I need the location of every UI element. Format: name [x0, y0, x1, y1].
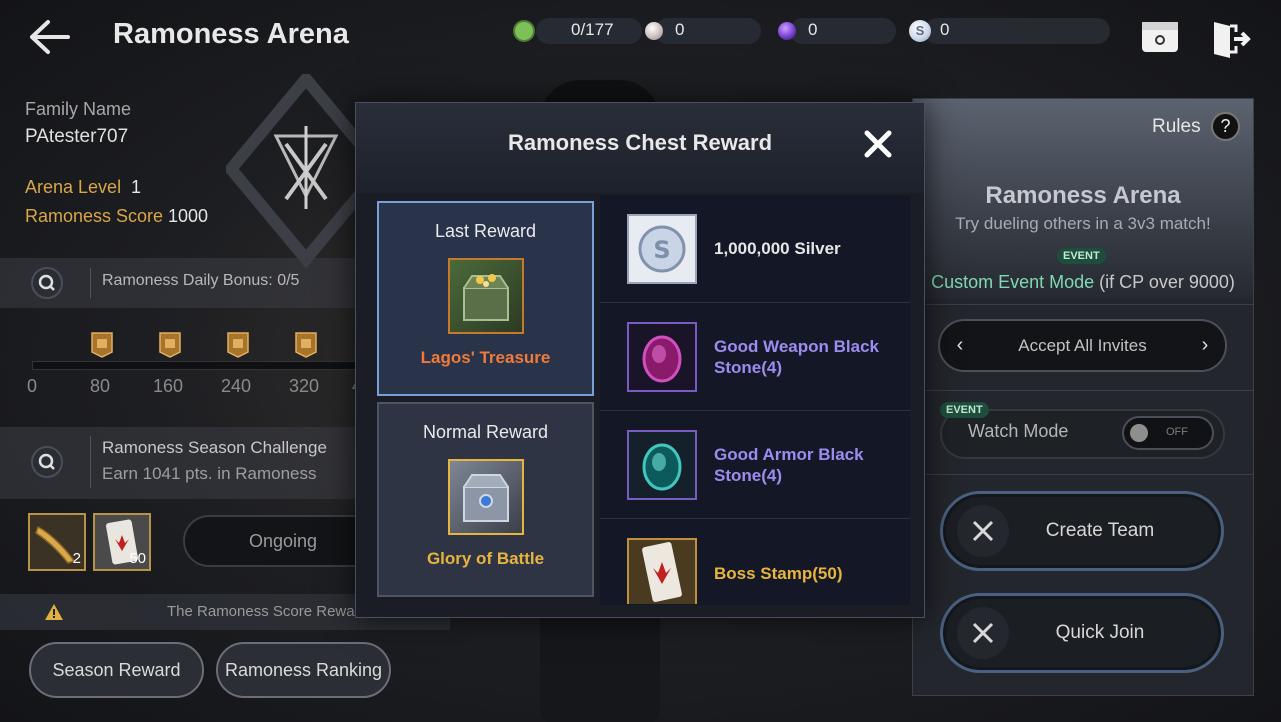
lagos-treasure-chest-icon	[447, 258, 524, 334]
bonus-chest-icon[interactable]	[159, 332, 181, 358]
currency-value: 0/177	[571, 20, 614, 39]
last-reward-tab[interactable]: Last Reward Lagos' Treasure	[377, 201, 594, 396]
custom-event-mode-label: Custom Event Mode (if CP over 9000)	[913, 272, 1253, 293]
svg-text:S: S	[653, 236, 670, 264]
custom-mode-name: Custom Event Mode	[931, 272, 1095, 292]
crossed-swords-icon	[957, 505, 1009, 557]
create-team-label: Create Team	[1045, 520, 1155, 541]
ramoness-score-value: 1000	[168, 206, 209, 226]
tab-reward-name: Glory of Battle	[426, 549, 545, 568]
silver-coin-icon: S	[909, 20, 931, 42]
bonus-chest-icon[interactable]	[295, 332, 317, 358]
quick-join-button[interactable]: Quick Join	[940, 593, 1224, 673]
daily-bonus-progress-bar	[32, 361, 362, 370]
create-team-button[interactable]: Create Team	[940, 491, 1224, 571]
currency-bar	[655, 18, 761, 44]
divider	[90, 436, 91, 488]
quick-join-label: Quick Join	[1055, 622, 1145, 643]
divider	[913, 474, 1253, 475]
season-challenge-info-button[interactable]	[31, 446, 63, 478]
progress-tick-label: 80	[90, 376, 111, 396]
search-icon	[38, 453, 55, 470]
ramoness-ranking-button[interactable]: Ramoness Ranking	[216, 642, 391, 698]
season-challenge-title: Ramoness Season Challenge	[102, 438, 327, 457]
armor-black-stone-icon	[627, 430, 697, 500]
divider	[913, 304, 1253, 305]
event-badge: EVENT	[1057, 248, 1106, 264]
daily-bonus-info-button[interactable]	[31, 267, 63, 299]
help-icon[interactable]: ?	[1211, 112, 1240, 141]
divider	[90, 268, 91, 298]
event-badge: EVENT	[940, 402, 989, 418]
reward-label: Good Armor Black Stone(4)	[714, 445, 864, 485]
mailbox-icon[interactable]	[1140, 18, 1180, 56]
bonus-chest-icon[interactable]	[227, 332, 249, 358]
progress-tick-label: 240	[221, 376, 252, 396]
progress-tick-label: 160	[153, 376, 184, 396]
exit-icon[interactable]	[1210, 18, 1252, 60]
accept-invites-selector[interactable]: ‹ Accept All Invites ›	[938, 319, 1227, 372]
season-status-button[interactable]: Ongoing	[183, 515, 383, 567]
glory-of-battle-chest-icon	[447, 459, 524, 535]
reward-item-slot[interactable]: 2	[28, 513, 86, 571]
search-icon	[38, 274, 55, 291]
progress-tick-label: 320	[289, 376, 320, 396]
currency-bar	[924, 18, 1110, 44]
crossed-swords-icon	[957, 607, 1009, 659]
toggle-knob	[1130, 424, 1148, 442]
currency-value: 0	[940, 20, 950, 39]
currency-value: 0	[808, 20, 818, 39]
reward-label: Good Weapon Black Stone(4)	[714, 337, 879, 377]
season-challenge-desc: Earn 1041 pts. in Ramoness	[102, 464, 317, 483]
item-quantity: 50	[129, 550, 146, 567]
tab-title: Last Reward	[434, 221, 537, 241]
page-title: Ramoness Arena	[113, 18, 349, 50]
chevron-left-icon[interactable]: ‹	[940, 334, 980, 357]
custom-mode-condition: (if CP over 9000)	[1099, 272, 1235, 292]
item-quantity: 2	[72, 550, 81, 567]
arena-title: Ramoness Arena	[985, 182, 1181, 209]
tab-title: Normal Reward	[422, 422, 549, 442]
normal-reward-tab[interactable]: Normal Reward Glory of Battle	[377, 402, 594, 597]
weapon-black-stone-icon	[627, 322, 697, 392]
bonus-chest-icon[interactable]	[91, 332, 113, 358]
pearl-icon	[645, 22, 663, 40]
progress-tick-label: 0	[27, 376, 38, 396]
back-arrow-icon[interactable]	[26, 16, 72, 58]
silver-coin-icon: S	[627, 214, 697, 284]
family-name-label: Family Name	[25, 99, 132, 119]
tab-reward-name: Lagos' Treasure	[420, 348, 551, 367]
arena-level-label: Arena Level	[25, 177, 122, 197]
reward-label: 1,000,000 Silver	[714, 239, 841, 258]
rules-label[interactable]: Rules	[1152, 116, 1201, 138]
close-icon[interactable]	[862, 128, 894, 160]
arena-subtitle: Try dueling others in a 3v3 match!	[955, 214, 1211, 233]
warning-icon	[44, 603, 64, 621]
currency-bar	[790, 18, 896, 44]
chevron-right-icon[interactable]: ›	[1185, 334, 1225, 357]
watch-mode-label: Watch Mode	[968, 421, 1069, 441]
boss-stamp-icon	[627, 538, 697, 604]
green-gem-icon	[513, 20, 535, 42]
toggle-state: OFF	[1166, 426, 1188, 438]
daily-bonus-label: Ramoness Daily Bonus: 0/5	[102, 272, 300, 289]
modal-title: Ramoness Chest Reward	[507, 130, 773, 155]
divider	[913, 390, 1253, 391]
reward-label: Boss Stamp(50)	[714, 564, 843, 583]
reward-item-slot[interactable]: 50	[93, 513, 151, 571]
currency-value: 0	[675, 20, 685, 39]
ramoness-score-label: Ramoness Score	[25, 206, 164, 226]
watch-mode-toggle[interactable]: OFF	[1122, 416, 1214, 450]
season-reward-button[interactable]: Season Reward	[29, 642, 204, 698]
accept-invites-label: Accept All Invites	[1018, 335, 1147, 355]
family-name-value: PAtester707	[25, 126, 129, 147]
arena-level-value: 1	[131, 177, 142, 197]
purple-orb-icon	[778, 22, 796, 40]
